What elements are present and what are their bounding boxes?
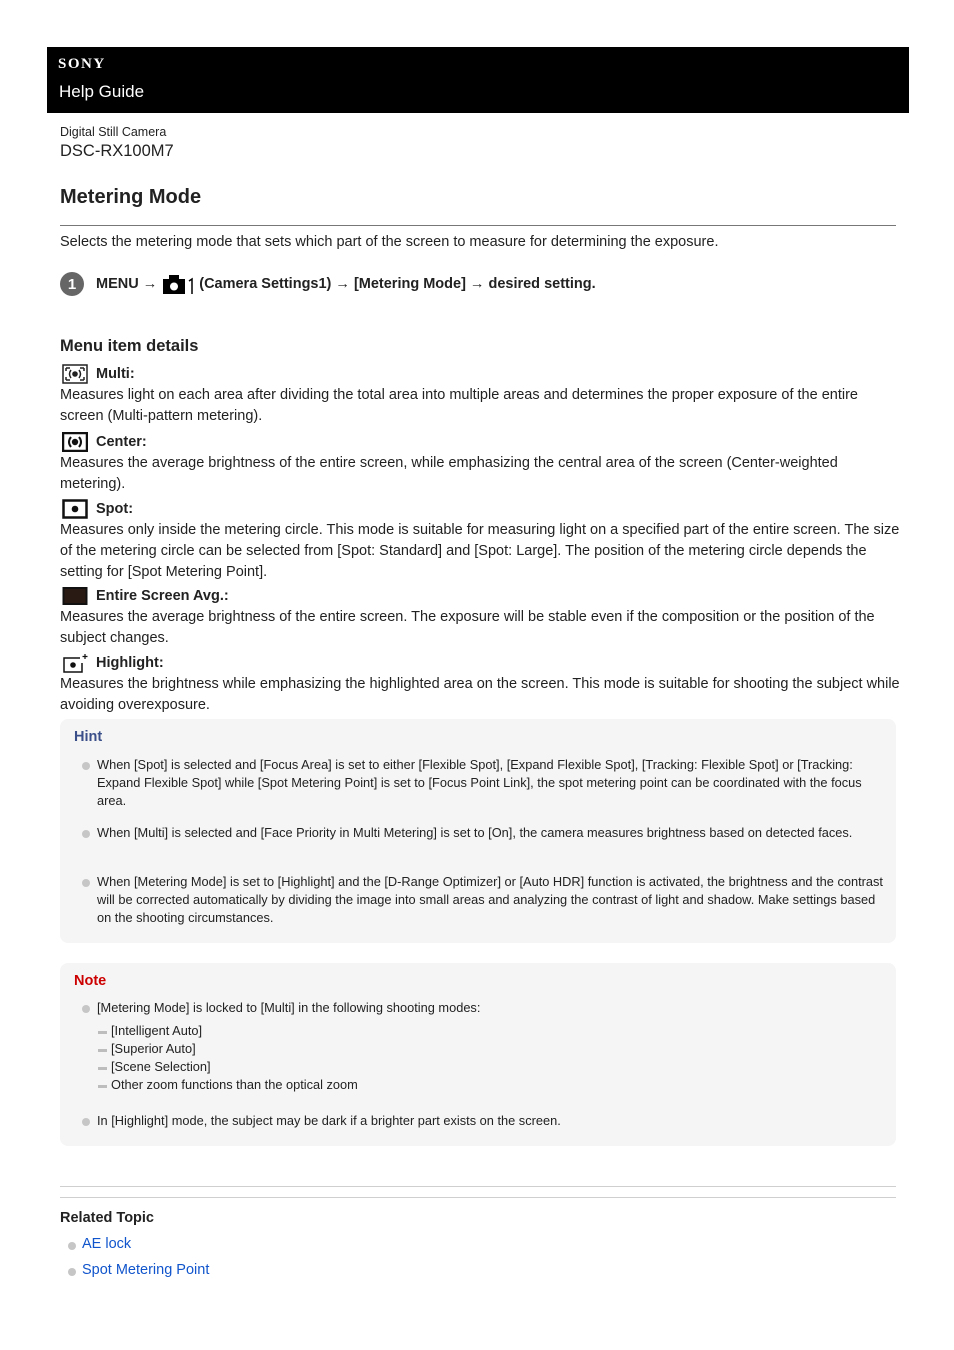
item-description: Measures the average brightness of the e… [60, 609, 875, 646]
note-box: Note [Metering Mode] is locked to [Multi… [60, 963, 896, 1146]
related-link-spot-metering-point[interactable]: Spot Metering Point [68, 1262, 209, 1278]
note-item: [Metering Mode] is locked to [Multi] in … [82, 999, 887, 1017]
hint-title: Hint [74, 729, 103, 745]
item-entire-screen-avg: Entire Screen Avg.: Measures the average… [60, 585, 900, 649]
step-menu-text: MENU → [96, 276, 158, 292]
hint-item: When [Multi] is selected and [Face Prior… [82, 824, 887, 842]
note-subitem: Other zoom functions than the optical zo… [98, 1076, 358, 1094]
page-intro: Selects the metering mode that sets whic… [60, 234, 719, 250]
item-spot: Spot: Measures only inside the metering … [60, 498, 900, 583]
item-label: Multi: [96, 366, 135, 382]
camera-settings-icon [163, 275, 193, 294]
sony-logo[interactable]: SONY [58, 56, 106, 73]
note-subitem: [Scene Selection] [98, 1058, 211, 1076]
item-label: Spot: [96, 501, 134, 517]
item-label: Highlight: [96, 655, 164, 671]
item-description: Measures the brightness while emphasizin… [60, 676, 900, 713]
note-item: In [Highlight] mode, the subject may be … [82, 1112, 887, 1130]
spot-metering-icon [62, 499, 88, 519]
hint-item: When [Spot] is selected and [Focus Area]… [82, 756, 887, 810]
hint-item: When [Metering Mode] is set to [Highligh… [82, 873, 887, 927]
hint-box: Hint When [Spot] is selected and [Focus … [60, 719, 896, 943]
product-model: DSC-RX100M7 [60, 142, 174, 160]
page-title: Metering Mode [60, 186, 202, 208]
divider [60, 1197, 896, 1198]
help-guide-title[interactable]: Help Guide [59, 82, 144, 102]
item-multi: Multi: Measures light on each area after… [60, 363, 900, 427]
menu-item-details-heading: Menu item details [60, 337, 199, 355]
entire-screen-avg-icon [62, 587, 88, 605]
center-metering-icon [62, 432, 88, 452]
divider [60, 1186, 896, 1187]
item-label: Center: [96, 434, 147, 450]
step-number-badge: 1 [60, 272, 84, 296]
item-highlight: Highlight: Measures the brightness while… [60, 652, 900, 716]
multi-metering-icon [62, 364, 88, 384]
item-description: Measures only inside the metering circle… [60, 522, 900, 580]
step-path-text: (Camera Settings1) → [Metering Mode] → d… [199, 276, 596, 292]
note-subitem: [Superior Auto] [98, 1040, 196, 1058]
related-topic-heading: Related Topic [60, 1210, 154, 1226]
title-divider [60, 225, 896, 226]
site-header: SONY Help Guide [47, 47, 909, 113]
item-center: Center: Measures the average brightness … [60, 431, 900, 495]
related-link-ae-lock[interactable]: AE lock [68, 1236, 131, 1252]
item-description: Measures light on each area after dividi… [60, 387, 858, 424]
item-label: Entire Screen Avg.: [96, 588, 229, 604]
highlight-metering-icon [63, 654, 88, 673]
note-subitem: [Intelligent Auto] [98, 1022, 202, 1040]
step-1: 1 MENU → (Camera Settings1) → [Metering … [60, 272, 596, 296]
item-description: Measures the average brightness of the e… [60, 455, 838, 492]
product-category: Digital Still Camera [60, 125, 167, 139]
note-title: Note [74, 973, 107, 989]
